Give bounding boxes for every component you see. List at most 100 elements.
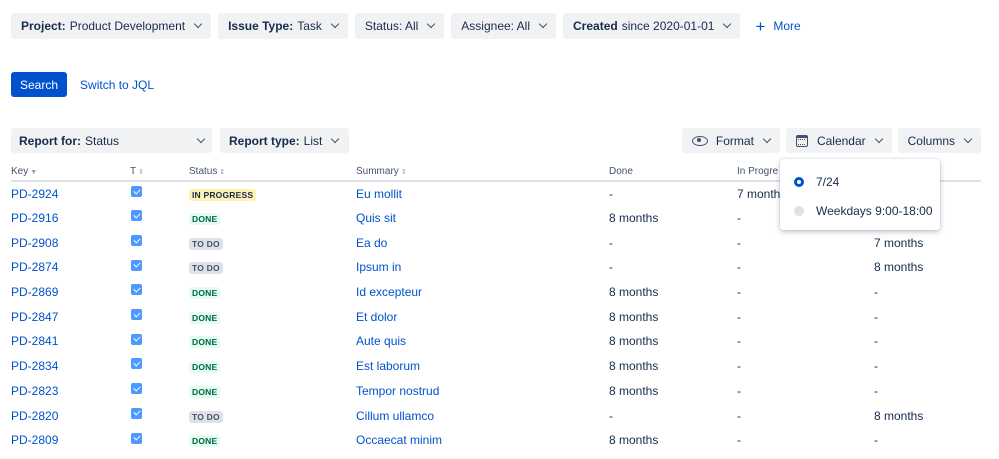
status-lozenge: TO DO <box>189 237 223 250</box>
more-filters-button[interactable]: + More <box>747 13 808 39</box>
issue-key-link[interactable]: PD-2908 <box>11 236 58 250</box>
table-row: PD-2834 DONE Est laborum 8 months - - <box>11 354 981 379</box>
report-type-select[interactable]: Report type: List <box>220 128 349 153</box>
summary-link[interactable]: Cillum ullamco <box>356 409 434 423</box>
done-cell: - <box>609 260 613 275</box>
summary-cell: Ea do <box>356 230 609 255</box>
summary-link[interactable]: Tempor nostrud <box>356 384 439 398</box>
in-progress-cell: - <box>737 383 741 398</box>
issue-key-link[interactable]: PD-2823 <box>11 384 58 398</box>
issue-key-link[interactable]: PD-2809 <box>11 433 58 447</box>
done-cell: - <box>609 235 613 250</box>
search-row: Search Switch to JQL <box>11 72 154 97</box>
column-header-status[interactable]: Status ⇕ <box>189 162 356 182</box>
status-filter[interactable]: Status: All <box>354 13 445 39</box>
column-header-key[interactable]: Key ▼ <box>11 162 130 182</box>
column-label: Done <box>609 165 633 177</box>
key-cell: PD-2869 <box>11 280 130 305</box>
done-cell: - <box>609 186 613 201</box>
summary-link[interactable]: Et dolor <box>356 310 397 324</box>
task-type-icon <box>131 309 142 321</box>
sort-icon: ⇕ <box>400 168 407 176</box>
issue-key-link[interactable]: PD-2869 <box>11 285 58 299</box>
task-type-icon <box>131 432 142 444</box>
status-cell: DONE <box>189 428 356 453</box>
calendar-option-weekdays[interactable]: Weekdays 9:00-18:00 <box>780 196 940 225</box>
done-cell: 8 months <box>609 309 659 324</box>
to-do-cell: - <box>874 285 878 300</box>
summary-link[interactable]: Quis sit <box>356 211 396 225</box>
status-cell: IN PROGRESS <box>189 181 356 206</box>
summary-link[interactable]: Est laborum <box>356 359 420 373</box>
created-filter[interactable]: Created since 2020-01-01 <box>563 13 741 39</box>
format-label: Format <box>715 133 754 148</box>
done-cell: 8 months <box>609 359 659 374</box>
type-cell <box>130 255 189 280</box>
to-do-cell: - <box>874 359 878 374</box>
issue-key-link[interactable]: PD-2916 <box>11 211 58 225</box>
report-toolbar: Format Calendar Columns <box>681 128 981 153</box>
summary-link[interactable]: Id excepteur <box>356 285 422 299</box>
table-row: PD-2869 DONE Id excepteur 8 months - - <box>11 280 981 305</box>
report-for-label: Report for: <box>19 133 81 148</box>
summary-cell: Quis sit <box>356 206 609 231</box>
calendar-button[interactable]: Calendar <box>785 128 892 153</box>
issue-key-link[interactable]: PD-2834 <box>11 359 58 373</box>
key-cell: PD-2916 <box>11 206 130 231</box>
calendar-option-24-7[interactable]: 7/24 <box>780 167 940 196</box>
in-progress-cell: - <box>737 359 741 374</box>
to-do-cell: 8 months <box>874 408 924 423</box>
assignee-filter[interactable]: Assignee: All <box>451 13 557 39</box>
status-lozenge: TO DO <box>189 410 223 423</box>
issue-key-link[interactable]: PD-2874 <box>11 260 58 274</box>
format-button[interactable]: Format <box>681 128 780 153</box>
filter-value: since 2020-01-01 <box>621 19 715 33</box>
summary-link[interactable]: Aute quis <box>356 334 406 348</box>
issue-key-link[interactable]: PD-2820 <box>11 409 58 423</box>
to-do-cell: 8 months <box>874 260 924 275</box>
summary-link[interactable]: Ipsum in <box>356 260 401 274</box>
type-cell <box>130 354 189 379</box>
type-cell <box>130 206 189 231</box>
status-lozenge: TO DO <box>189 262 223 275</box>
status-cell: DONE <box>189 280 356 305</box>
to-do-cell: 7 months <box>874 235 924 250</box>
issue-key-link[interactable]: PD-2847 <box>11 310 58 324</box>
status-cell: DONE <box>189 354 356 379</box>
report-for-value: Status <box>85 133 120 148</box>
type-cell <box>130 403 189 428</box>
summary-cell: Aute quis <box>356 329 609 354</box>
to-do-cell: - <box>874 383 878 398</box>
column-label: Status <box>189 165 218 177</box>
task-type-icon <box>131 186 142 198</box>
project-filter[interactable]: Project: Product Development <box>11 13 212 39</box>
radio-selected-icon <box>794 176 804 187</box>
status-cell: DONE <box>189 379 356 404</box>
column-label: In Progre <box>737 165 779 177</box>
report-for-select[interactable]: Report for: Status <box>11 128 212 153</box>
search-button[interactable]: Search <box>11 72 68 97</box>
in-progress-cell: - <box>737 334 741 349</box>
chevron-down-icon <box>193 19 203 29</box>
type-cell <box>130 181 189 206</box>
column-label: Summary <box>356 165 399 177</box>
status-cell: DONE <box>189 329 356 354</box>
status-cell: TO DO <box>189 230 356 255</box>
chevron-down-icon <box>723 19 732 29</box>
status-lozenge: DONE <box>189 287 221 300</box>
columns-button[interactable]: Columns <box>897 128 981 153</box>
done-cell: 8 months <box>609 334 659 349</box>
status-cell: TO DO <box>189 255 356 280</box>
filter-value: Task <box>297 19 322 33</box>
summary-link[interactable]: Ea do <box>356 236 387 250</box>
summary-link[interactable]: Eu mollit <box>356 187 402 201</box>
column-header-summary[interactable]: Summary ⇕ <box>356 162 609 182</box>
issue-key-link[interactable]: PD-2841 <box>11 334 58 348</box>
issue-key-link[interactable]: PD-2924 <box>11 187 58 201</box>
summary-link[interactable]: Occaecat minim <box>356 433 442 447</box>
column-header-done[interactable]: Done <box>609 162 737 182</box>
switch-to-jql-link[interactable]: Switch to JQL <box>80 78 154 92</box>
type-cell <box>130 230 189 255</box>
issue-type-filter[interactable]: Issue Type: Task <box>218 13 348 39</box>
column-header-type[interactable]: T ⇕ <box>130 162 189 182</box>
